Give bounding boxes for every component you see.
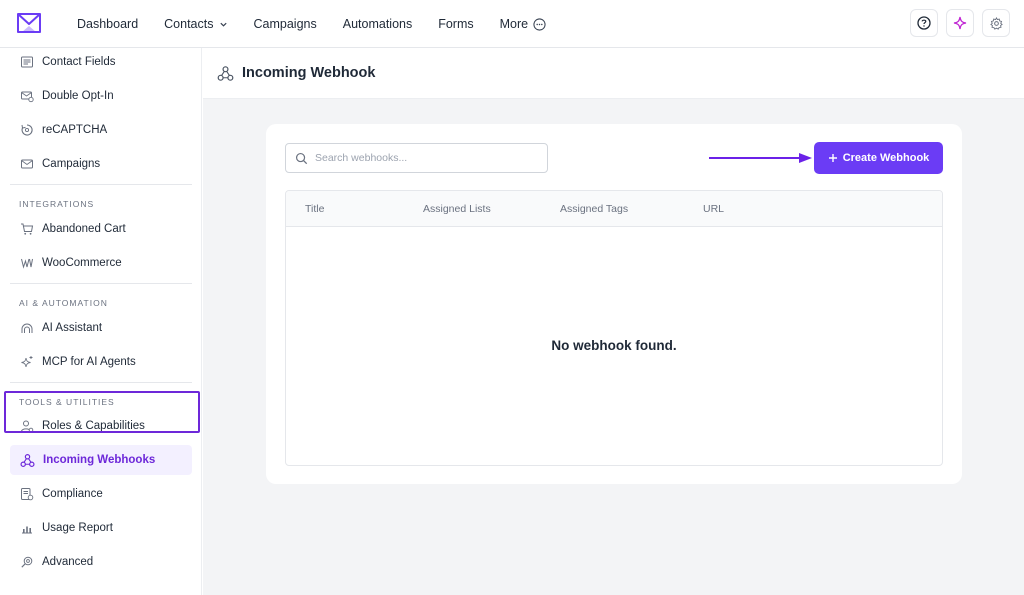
column-header-title[interactable]: Title bbox=[305, 203, 324, 215]
column-header-url[interactable]: URL bbox=[703, 203, 724, 215]
search-box[interactable] bbox=[285, 143, 548, 173]
sidebar-item-abandoned-cart[interactable]: Abandoned Cart bbox=[10, 214, 192, 244]
top-right-actions bbox=[910, 9, 1010, 37]
sidebar-item-ai-assistant[interactable]: AI Assistant bbox=[10, 313, 192, 343]
main-nav: Dashboard Contacts Campaigns Automations… bbox=[64, 0, 559, 48]
sidebar-item-label: Abandoned Cart bbox=[42, 223, 126, 235]
column-header-assigned-lists[interactable]: Assigned Lists bbox=[423, 203, 491, 215]
settings-icon bbox=[989, 16, 1003, 30]
active-item-highlight bbox=[4, 391, 200, 433]
sidebar-item-label: Incoming Webhooks bbox=[43, 454, 156, 466]
pointer-arrow-icon bbox=[709, 153, 812, 163]
settings-button[interactable] bbox=[982, 9, 1010, 37]
search-icon bbox=[295, 152, 308, 164]
sidebar-divider bbox=[10, 283, 192, 284]
settings-sidebar: Contact Fields Double Opt-In reCAPTCHA C… bbox=[0, 48, 202, 595]
page-title: Incoming Webhook bbox=[242, 65, 376, 81]
sidebar-divider bbox=[10, 184, 192, 185]
sidebar-divider bbox=[10, 382, 192, 383]
webhook-icon bbox=[217, 65, 234, 81]
sparkle-icon bbox=[21, 356, 33, 368]
webhook-icon bbox=[20, 453, 35, 467]
empty-state-message: No webhook found. bbox=[551, 338, 677, 353]
chevron-down-icon bbox=[219, 22, 227, 27]
envelope-icon bbox=[21, 159, 33, 169]
sidebar-item-label: reCAPTCHA bbox=[42, 124, 108, 136]
nav-forms-label: Forms bbox=[438, 17, 474, 31]
sidebar-item-label: Compliance bbox=[42, 488, 103, 500]
sidebar-item-double-opt-in[interactable]: Double Opt-In bbox=[10, 81, 192, 111]
search-input[interactable] bbox=[315, 152, 535, 164]
bar-chart-icon bbox=[22, 526, 32, 534]
nav-dashboard[interactable]: Dashboard bbox=[77, 17, 138, 31]
sidebar-item-compliance[interactable]: Compliance bbox=[10, 479, 192, 509]
column-header-assigned-tags[interactable]: Assigned Tags bbox=[560, 203, 628, 215]
sidebar-item-label: Double Opt-In bbox=[42, 90, 114, 102]
table-header: Title Assigned Lists Assigned Tags URL bbox=[286, 191, 942, 227]
webhooks-table: Title Assigned Lists Assigned Tags URL N… bbox=[285, 190, 943, 466]
double-opt-in-icon bbox=[21, 91, 34, 103]
nav-more-label: More bbox=[499, 17, 529, 31]
ai-sparkle-icon bbox=[953, 16, 967, 30]
sidebar-item-label: Advanced bbox=[42, 556, 94, 568]
compliance-icon bbox=[21, 488, 34, 501]
recaptcha-icon bbox=[21, 124, 33, 136]
create-webhook-button[interactable]: Create Webhook bbox=[814, 142, 943, 174]
sidebar-heading-integrations: INTEGRATIONS bbox=[19, 199, 95, 209]
nav-dashboard-label: Dashboard bbox=[77, 17, 139, 31]
cart-icon bbox=[21, 223, 34, 235]
help-icon bbox=[917, 16, 931, 30]
sidebar-item-label: Contact Fields bbox=[42, 56, 116, 68]
ai-button[interactable] bbox=[946, 9, 974, 37]
more-dots-icon bbox=[533, 17, 546, 31]
help-button[interactable] bbox=[910, 9, 938, 37]
sidebar-heading-ai: AI & AUTOMATION bbox=[19, 298, 108, 308]
sidebar-item-incoming-webhooks[interactable]: Incoming Webhooks bbox=[10, 445, 192, 475]
main-content: Incoming Webhook Create Webhook Title As… bbox=[203, 48, 1024, 595]
nav-forms[interactable]: Forms bbox=[438, 17, 473, 31]
sidebar-item-label: AI Assistant bbox=[42, 322, 103, 334]
sidebar-item-label: Usage Report bbox=[42, 522, 113, 534]
nav-automations-label: Automations bbox=[342, 17, 413, 31]
create-webhook-label: Create Webhook bbox=[842, 152, 930, 164]
advanced-icon bbox=[21, 556, 33, 568]
webhooks-card: Create Webhook Title Assigned Lists Assi… bbox=[266, 124, 962, 484]
contact-fields-icon bbox=[21, 56, 33, 68]
sidebar-item-label: Campaigns bbox=[42, 158, 101, 170]
ai-assistant-icon bbox=[21, 323, 33, 333]
nav-automations[interactable]: Automations bbox=[343, 17, 412, 31]
sidebar-item-woocommerce[interactable]: WooCommerce bbox=[10, 248, 192, 278]
sidebar-item-label: MCP for AI Agents bbox=[42, 356, 136, 368]
nav-campaigns-label: Campaigns bbox=[253, 17, 317, 31]
sidebar-item-recaptcha[interactable]: reCAPTCHA bbox=[10, 115, 192, 145]
nav-campaigns[interactable]: Campaigns bbox=[254, 17, 317, 31]
woocommerce-icon bbox=[21, 258, 33, 269]
nav-contacts[interactable]: Contacts bbox=[164, 17, 227, 31]
sidebar-item-advanced[interactable]: Advanced bbox=[10, 547, 192, 577]
nav-contacts-label: Contacts bbox=[164, 17, 214, 31]
app-logo-icon[interactable] bbox=[17, 13, 41, 33]
top-navigation-bar: Dashboard Contacts Campaigns Automations… bbox=[0, 0, 1024, 48]
sidebar-item-mcp[interactable]: MCP for AI Agents bbox=[10, 347, 192, 377]
sidebar-item-campaigns[interactable]: Campaigns bbox=[10, 149, 192, 179]
sidebar-item-label: WooCommerce bbox=[42, 257, 122, 269]
sidebar-item-contact-fields[interactable]: Contact Fields bbox=[10, 47, 192, 77]
nav-more[interactable]: More bbox=[500, 17, 546, 31]
sidebar-item-usage-report[interactable]: Usage Report bbox=[10, 513, 192, 543]
page-header: Incoming Webhook bbox=[203, 48, 1024, 99]
plus-icon bbox=[828, 154, 837, 162]
